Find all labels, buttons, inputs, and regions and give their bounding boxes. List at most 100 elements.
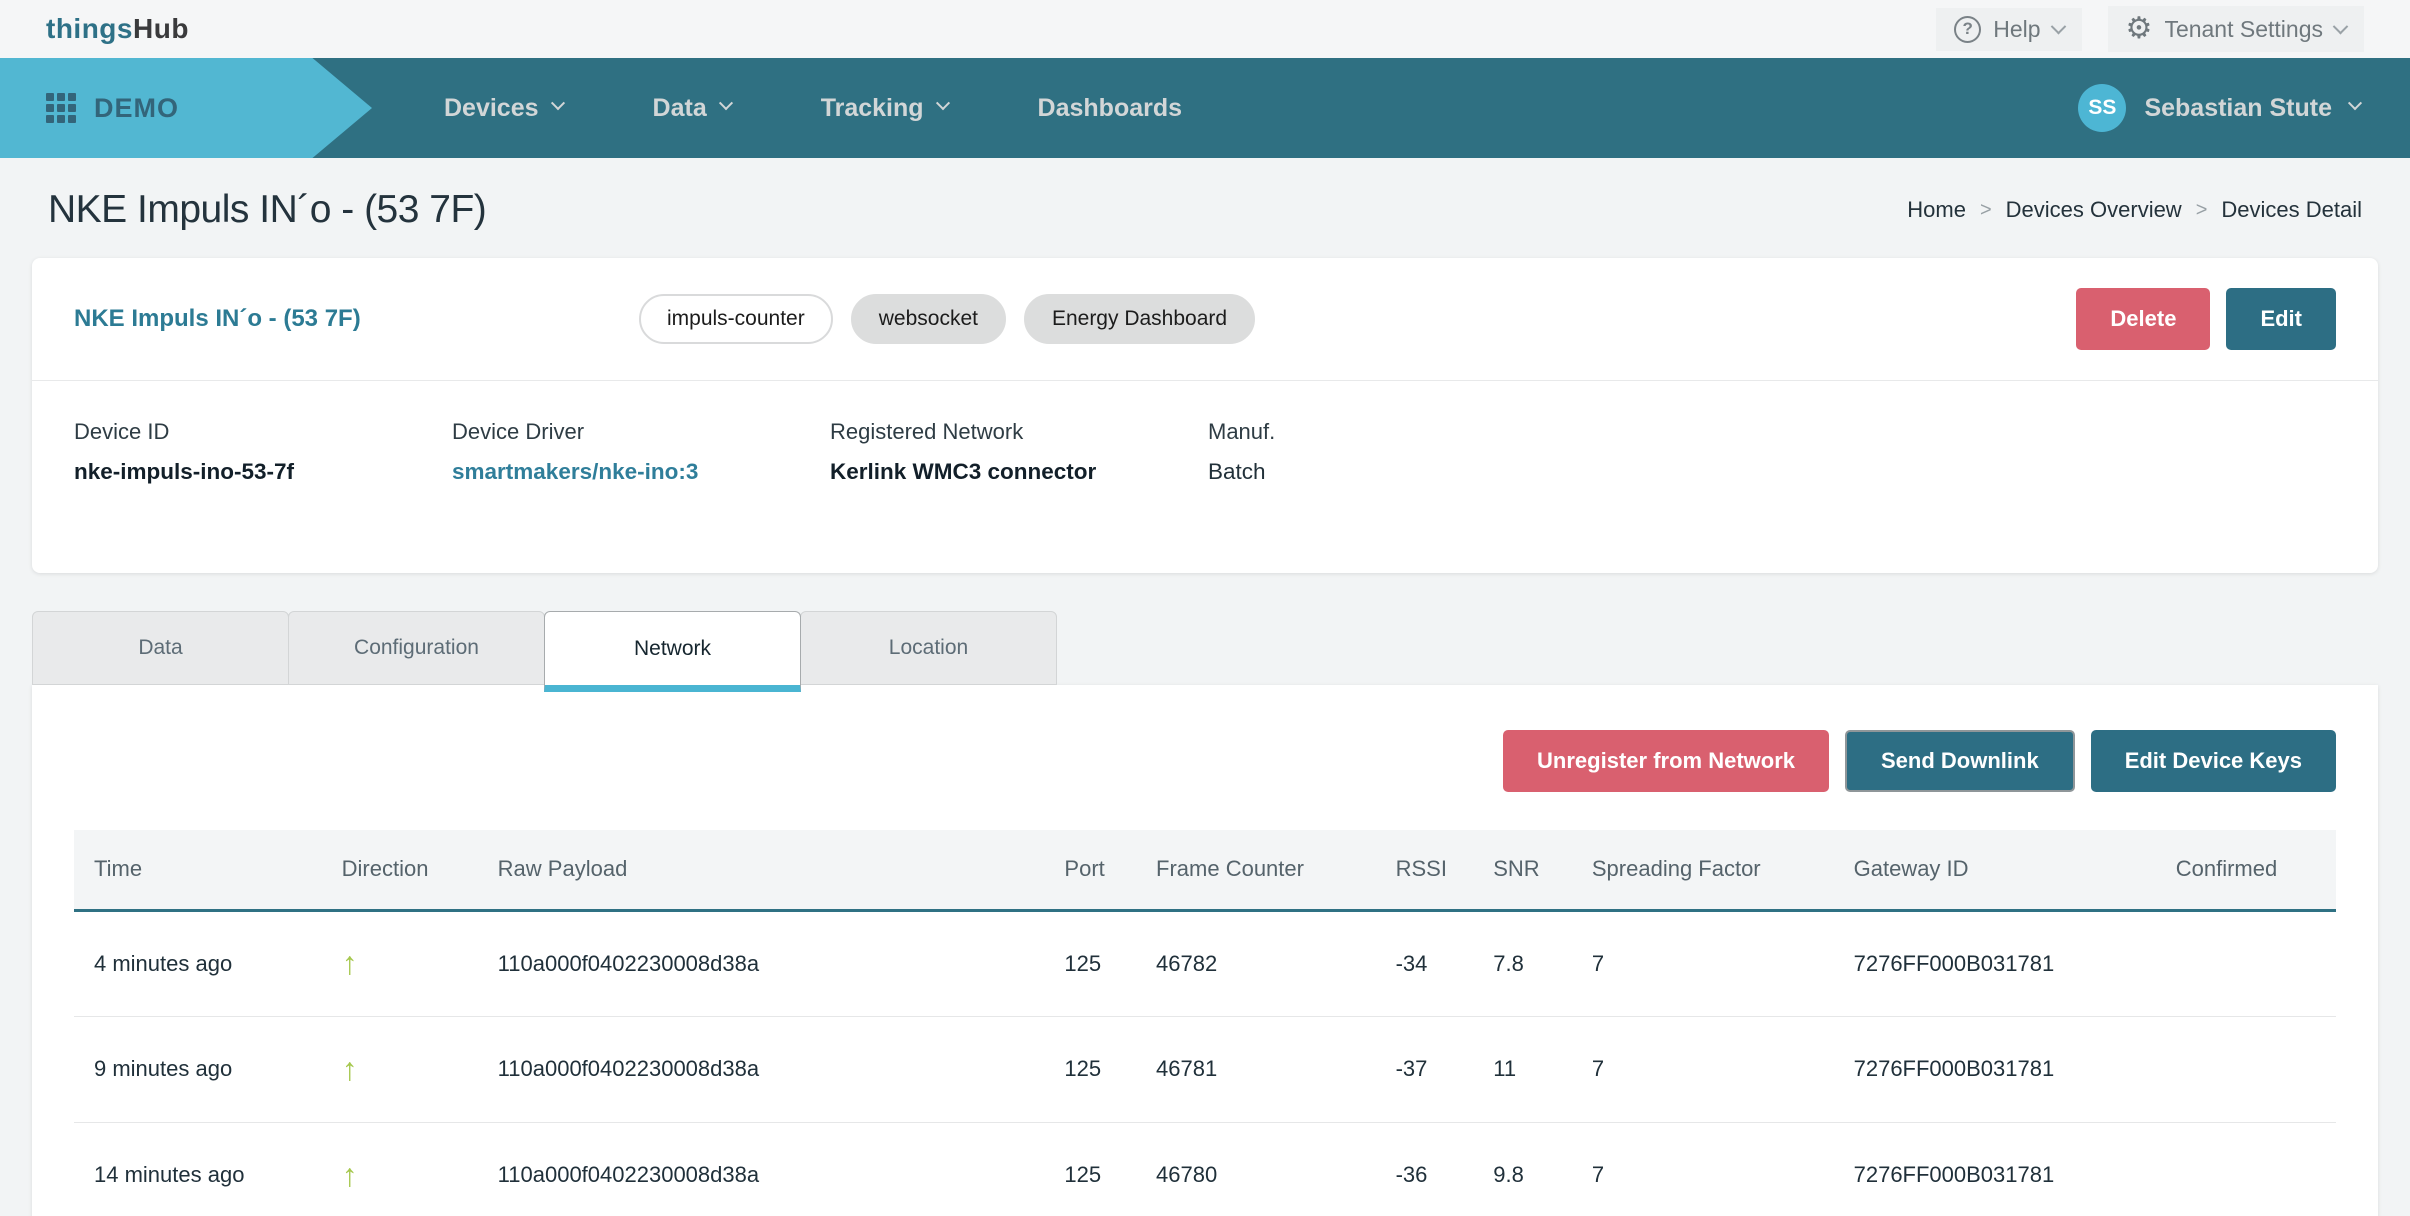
chevron-down-icon xyxy=(719,96,733,110)
page-content: NKE Impuls IN´o - (53 7F) Home > Devices… xyxy=(0,158,2410,1216)
tenant-label: DEMO xyxy=(94,93,179,124)
col-port: Port xyxy=(1044,830,1136,910)
network-panel: Unregister from Network Send Downlink Ed… xyxy=(32,685,2378,1216)
user-menu[interactable]: SS Sebastian Stute xyxy=(2078,84,2360,132)
field-label: Device Driver xyxy=(452,419,830,445)
chevron-down-icon xyxy=(2348,96,2362,110)
edit-button[interactable]: Edit xyxy=(2226,288,2336,350)
cell-confirmed xyxy=(2156,1016,2336,1122)
col-confirmed: Confirmed xyxy=(2156,830,2336,910)
breadcrumb-home[interactable]: Home xyxy=(1907,197,1966,223)
col-frame-counter: Frame Counter xyxy=(1136,830,1376,910)
cell-confirmed xyxy=(2156,1122,2336,1216)
tab-network[interactable]: Network xyxy=(544,611,801,692)
cell-snr: 9.8 xyxy=(1473,1122,1572,1216)
detail-tabs: Data Configuration Network Location xyxy=(32,611,2378,685)
cell-confirmed xyxy=(2156,910,2336,1016)
topbar-right: ? Help ⚙ Tenant Settings xyxy=(1936,6,2364,52)
cell-frame-counter: 46782 xyxy=(1136,910,1376,1016)
tab-location[interactable]: Location xyxy=(800,611,1057,685)
col-rssi: RSSI xyxy=(1376,830,1474,910)
cell-rssi: -34 xyxy=(1376,910,1474,1016)
cell-spreading-factor: 7 xyxy=(1572,910,1834,1016)
tenant-switcher[interactable]: DEMO xyxy=(0,58,372,158)
top-bar: thingsHub ? Help ⚙ Tenant Settings xyxy=(0,0,2410,58)
page-title: NKE Impuls IN´o - (53 7F) xyxy=(48,188,486,232)
tab-data[interactable]: Data xyxy=(32,611,289,685)
field-value: nke-impuls-ino-53-7f xyxy=(74,459,452,485)
field-device-driver: Device Driver smartmakers/nke-ino:3 xyxy=(452,419,830,485)
cell-time: 4 minutes ago xyxy=(74,910,322,1016)
tag-energy-dashboard: Energy Dashboard xyxy=(1024,294,1255,344)
field-label: Registered Network xyxy=(830,419,1208,445)
device-tags: impuls-counter websocket Energy Dashboar… xyxy=(639,294,1255,344)
nav-item-label: Devices xyxy=(444,94,539,123)
col-raw-payload: Raw Payload xyxy=(478,830,1045,910)
cell-spreading-factor: 7 xyxy=(1572,1122,1834,1216)
network-messages-table: Time Direction Raw Payload Port Frame Co… xyxy=(74,830,2336,1216)
uplink-arrow-icon: ↑ xyxy=(342,1157,358,1193)
breadcrumb-devices-overview[interactable]: Devices Overview xyxy=(2006,197,2182,223)
field-manuf: Manuf. Batch xyxy=(1208,419,1586,485)
device-summary-card: NKE Impuls IN´o - (53 7F) impuls-counter… xyxy=(32,258,2378,573)
cell-time: 9 minutes ago xyxy=(74,1016,322,1122)
col-time: Time xyxy=(74,830,322,910)
nav-item-data[interactable]: Data xyxy=(653,94,731,123)
cell-frame-counter: 46781 xyxy=(1136,1016,1376,1122)
nav-item-tracking[interactable]: Tracking xyxy=(821,94,948,123)
breadcrumb: Home > Devices Overview > Devices Detail xyxy=(1907,197,2362,223)
breadcrumb-separator: > xyxy=(2196,199,2208,222)
cell-port: 125 xyxy=(1044,1016,1136,1122)
chevron-down-icon xyxy=(2333,18,2349,34)
col-snr: SNR xyxy=(1473,830,1572,910)
grid-icon xyxy=(46,93,76,123)
unregister-from-network-button[interactable]: Unregister from Network xyxy=(1503,730,1829,792)
nav-item-devices[interactable]: Devices xyxy=(444,94,563,123)
cell-snr: 7.8 xyxy=(1473,910,1572,1016)
cell-direction: ↑ xyxy=(322,1016,478,1122)
cell-time: 14 minutes ago xyxy=(74,1122,322,1216)
cell-raw-payload: 110a000f0402230008d38a xyxy=(478,1122,1045,1216)
user-name: Sebastian Stute xyxy=(2144,94,2332,123)
table-row: 14 minutes ago ↑ 110a000f0402230008d38a … xyxy=(74,1122,2336,1216)
logo-hub: Hub xyxy=(133,13,189,44)
help-icon: ? xyxy=(1954,16,1981,43)
tag-websocket: websocket xyxy=(851,294,1006,344)
device-card-header: NKE Impuls IN´o - (53 7F) impuls-counter… xyxy=(74,258,2336,380)
cell-port: 125 xyxy=(1044,1122,1136,1216)
cell-frame-counter: 46780 xyxy=(1136,1122,1376,1216)
edit-device-keys-button[interactable]: Edit Device Keys xyxy=(2091,730,2336,792)
table-row: 4 minutes ago ↑ 110a000f0402230008d38a 1… xyxy=(74,910,2336,1016)
breadcrumb-separator: > xyxy=(1980,199,1992,222)
chevron-down-icon xyxy=(550,96,564,110)
field-value: Batch xyxy=(1208,459,1586,485)
send-downlink-button[interactable]: Send Downlink xyxy=(1845,730,2075,792)
col-gateway-id: Gateway ID xyxy=(1834,830,2156,910)
cell-raw-payload: 110a000f0402230008d38a xyxy=(478,1016,1045,1122)
help-menu[interactable]: ? Help xyxy=(1936,8,2081,51)
field-label: Manuf. xyxy=(1208,419,1586,445)
main-navbar: DEMO Devices Data Tracking Dashboards SS… xyxy=(0,58,2410,158)
page-head: NKE Impuls IN´o - (53 7F) Home > Devices… xyxy=(32,158,2378,258)
cell-rssi: -37 xyxy=(1376,1016,1474,1122)
table-header: Time Direction Raw Payload Port Frame Co… xyxy=(74,830,2336,910)
device-fields: Device ID nke-impuls-ino-53-7f Device Dr… xyxy=(74,381,2336,573)
network-actions: Unregister from Network Send Downlink Ed… xyxy=(74,730,2336,792)
nav-items: Devices Data Tracking Dashboards xyxy=(444,94,1182,123)
field-label: Device ID xyxy=(74,419,452,445)
uplink-arrow-icon: ↑ xyxy=(342,945,358,981)
tenant-settings-menu[interactable]: ⚙ Tenant Settings xyxy=(2108,6,2364,52)
help-label: Help xyxy=(1993,16,2040,43)
delete-button[interactable]: Delete xyxy=(2076,288,2210,350)
col-spreading-factor: Spreading Factor xyxy=(1572,830,1834,910)
nav-item-label: Data xyxy=(653,94,707,123)
tenant-settings-label: Tenant Settings xyxy=(2164,16,2323,43)
device-driver-link[interactable]: smartmakers/nke-ino:3 xyxy=(452,459,830,485)
nav-item-dashboards[interactable]: Dashboards xyxy=(1038,94,1182,123)
device-actions: Delete Edit xyxy=(2076,288,2336,350)
avatar: SS xyxy=(2078,84,2126,132)
tab-configuration[interactable]: Configuration xyxy=(288,611,545,685)
table-row: 9 minutes ago ↑ 110a000f0402230008d38a 1… xyxy=(74,1016,2336,1122)
app-logo[interactable]: thingsHub xyxy=(46,13,189,45)
chevron-down-icon xyxy=(935,96,949,110)
